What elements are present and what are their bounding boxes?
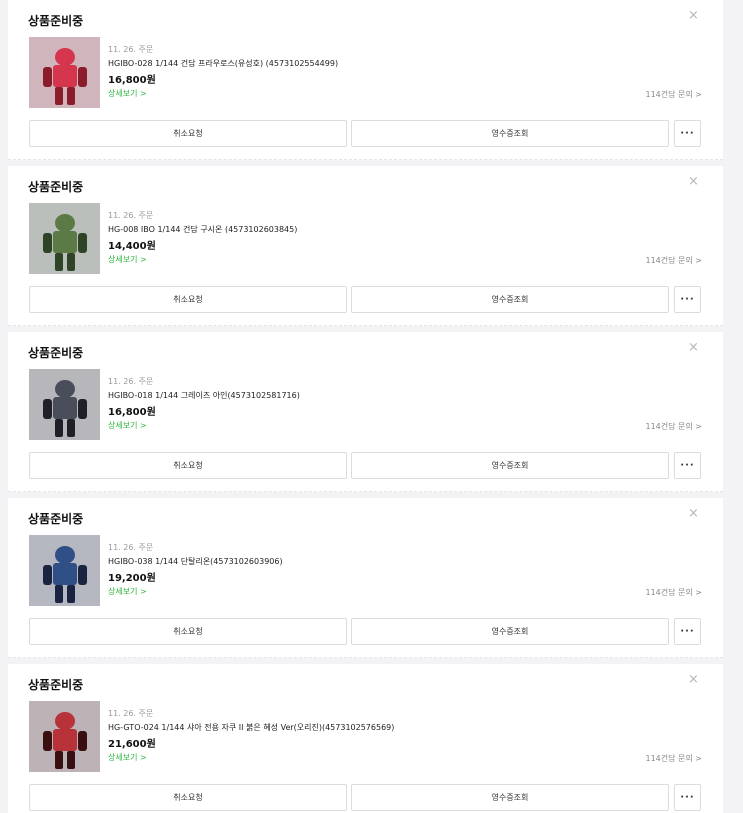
product-price: 16,800원 <box>108 407 156 418</box>
inquiry-link[interactable]: 114건담 문의 > <box>646 421 703 432</box>
detail-link[interactable]: 상세보기 > <box>108 586 147 597</box>
more-options-button[interactable]: ··· <box>674 286 701 313</box>
product-price: 16,800원 <box>108 75 156 86</box>
product-image <box>29 37 100 108</box>
inquiry-link[interactable]: 114건담 문의 > <box>646 587 703 598</box>
product-thumbnail[interactable] <box>29 701 100 772</box>
order-status: 상품준비중 <box>28 346 84 360</box>
order-date: 11. 26. 주문 <box>108 377 154 386</box>
inquiry-link[interactable]: 114건담 문의 > <box>646 255 703 266</box>
product-image <box>29 701 100 772</box>
close-icon[interactable]: × <box>688 507 699 520</box>
cancel-request-button[interactable]: 취소요청 <box>29 286 347 313</box>
more-options-button[interactable]: ··· <box>674 120 701 147</box>
product-name[interactable]: HGIBO-038 1/144 단탈리온(4573102603906) <box>108 556 283 567</box>
product-thumbnail[interactable] <box>29 369 100 440</box>
cancel-request-button[interactable]: 취소요청 <box>29 120 347 147</box>
product-thumbnail[interactable] <box>29 203 100 274</box>
product-image <box>29 369 100 440</box>
order-date: 11. 26. 주문 <box>108 709 154 718</box>
product-name[interactable]: HG-008 IBO 1/144 건담 구시온 (4573102603845) <box>108 224 297 235</box>
order-status: 상품준비중 <box>28 180 84 194</box>
order-date: 11. 26. 주문 <box>108 211 154 220</box>
receipt-button[interactable]: 영수증조회 <box>351 120 669 147</box>
product-image <box>29 203 100 274</box>
order-date: 11. 26. 주문 <box>108 543 154 552</box>
more-options-button[interactable]: ··· <box>674 784 701 811</box>
order-card: 상품준비중 × 11. 26. 주문 HGIBO-018 1/144 그레이즈 아인(… <box>8 332 723 492</box>
order-status: 상품준비중 <box>28 678 84 692</box>
receipt-button[interactable]: 영수증조회 <box>351 784 669 811</box>
close-icon[interactable]: × <box>688 341 699 354</box>
order-date: 11. 26. 주문 <box>108 45 154 54</box>
detail-link[interactable]: 상세보기 > <box>108 752 147 763</box>
order-list: 상품준비중 × 11. 26. 주문 HGIBO-028 1/144 건담 프라우로스… <box>0 0 743 813</box>
cancel-request-button[interactable]: 취소요청 <box>29 452 347 479</box>
order-card: 상품준비중 × 11. 26. 주문 HGIBO-038 1/144 단탈리온(457… <box>8 498 723 658</box>
product-image <box>29 535 100 606</box>
product-name[interactable]: HGIBO-028 1/144 건담 프라우로스(유성호) (457310255… <box>108 58 338 69</box>
product-price: 21,600원 <box>108 739 156 750</box>
product-price: 14,400원 <box>108 241 156 252</box>
receipt-button[interactable]: 영수증조회 <box>351 618 669 645</box>
cancel-request-button[interactable]: 취소요청 <box>29 784 347 811</box>
more-options-button[interactable]: ··· <box>674 452 701 479</box>
product-price: 19,200원 <box>108 573 156 584</box>
detail-link[interactable]: 상세보기 > <box>108 88 147 99</box>
order-status: 상품준비중 <box>28 512 84 526</box>
inquiry-link[interactable]: 114건담 문의 > <box>646 753 703 764</box>
inquiry-link[interactable]: 114건담 문의 > <box>646 89 703 100</box>
close-icon[interactable]: × <box>688 9 699 22</box>
close-icon[interactable]: × <box>688 175 699 188</box>
detail-link[interactable]: 상세보기 > <box>108 254 147 265</box>
order-card: 상품준비중 × 11. 26. 주문 HGIBO-028 1/144 건담 프라우로스… <box>8 0 723 160</box>
receipt-button[interactable]: 영수증조회 <box>351 452 669 479</box>
detail-link[interactable]: 상세보기 > <box>108 420 147 431</box>
product-thumbnail[interactable] <box>29 37 100 108</box>
order-card: 상품준비중 × 11. 26. 주문 HG-GTO-024 1/144 샤아 전용 자… <box>8 664 723 813</box>
order-card: 상품준비중 × 11. 26. 주문 HG-008 IBO 1/144 건담 구시온 … <box>8 166 723 326</box>
product-name[interactable]: HG-GTO-024 1/144 샤아 전용 자쿠 II 붉은 혜성 Ver(오… <box>108 722 394 733</box>
order-status: 상품준비중 <box>28 14 84 28</box>
product-name[interactable]: HGIBO-018 1/144 그레이즈 아인(4573102581716) <box>108 390 300 401</box>
product-thumbnail[interactable] <box>29 535 100 606</box>
close-icon[interactable]: × <box>688 673 699 686</box>
cancel-request-button[interactable]: 취소요청 <box>29 618 347 645</box>
receipt-button[interactable]: 영수증조회 <box>351 286 669 313</box>
more-options-button[interactable]: ··· <box>674 618 701 645</box>
